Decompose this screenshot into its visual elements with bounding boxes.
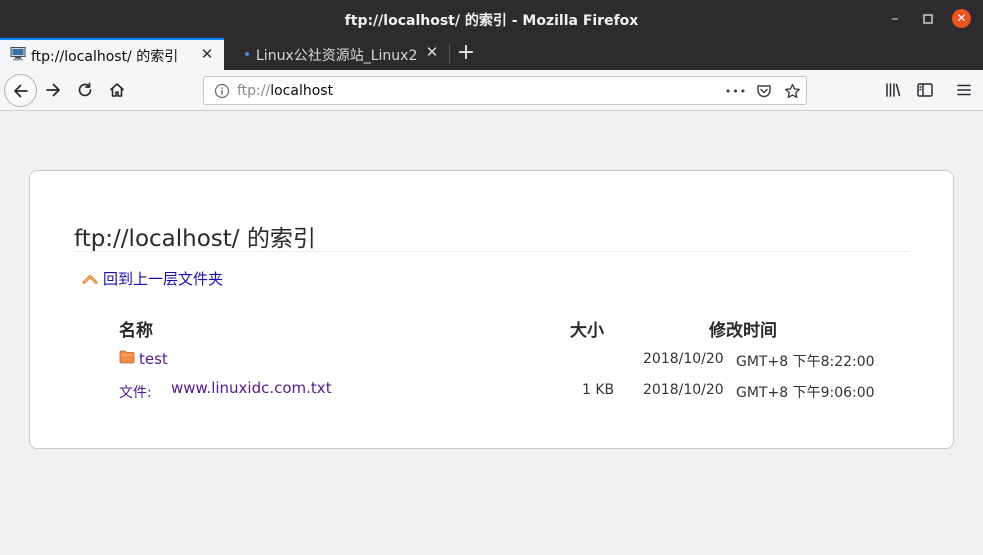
tab-close-icon[interactable]: ✕ — [199, 45, 215, 63]
arrow-left-icon — [13, 84, 28, 97]
window-title: ftp://localhost/ 的索引 - Mozilla Firefox — [344, 13, 639, 29]
star-icon — [784, 83, 800, 98]
maximize-button[interactable] — [918, 9, 938, 29]
home-icon — [109, 83, 125, 97]
url-bar[interactable]: ftp://localhost ••• — [203, 76, 807, 105]
computer-icon — [10, 47, 26, 61]
tab-label: ftp://localhost/ 的索引 — [31, 49, 179, 65]
file-size: 1 KB — [582, 382, 615, 398]
column-header-name[interactable]: 名称 — [119, 316, 153, 341]
library-icon — [886, 83, 901, 97]
library-button[interactable] — [878, 75, 908, 105]
close-window-button[interactable]: ✕ — [952, 9, 971, 28]
reload-icon — [78, 82, 92, 97]
url-scheme: ftp:// — [237, 83, 271, 99]
tab-strip: ftp://localhost/ 的索引 ✕ Linux公社资源站_Linux2… — [0, 38, 983, 70]
hamburger-menu-icon — [957, 84, 971, 96]
file-link[interactable]: test — [139, 350, 168, 368]
modified-date: 2018/10/20 — [643, 382, 724, 398]
modified-date: 2018/10/20 — [643, 351, 724, 367]
file-type-label: 文件: — [119, 385, 152, 401]
tab-label: Linux公社资源站_Linux2 — [256, 48, 418, 64]
tab-close-icon[interactable]: ✕ — [424, 43, 440, 61]
parent-directory-label: 回到上一层文件夹 — [103, 270, 224, 288]
folder-icon — [119, 350, 135, 364]
tab-separator — [449, 44, 450, 64]
tab-linuxidc[interactable]: Linux公社资源站_Linux2 ✕ — [230, 38, 446, 70]
info-icon[interactable] — [214, 83, 230, 99]
title-divider — [74, 251, 910, 252]
parent-directory-link[interactable]: 回到上一层文件夹 — [82, 268, 223, 289]
forward-button[interactable] — [38, 75, 68, 105]
modified-time: GMT+8 下午8:22:00 — [736, 354, 875, 370]
column-header-size[interactable]: 大小 — [570, 316, 604, 341]
minimize-button[interactable]: – — [885, 9, 905, 29]
pocket-button[interactable] — [754, 81, 774, 101]
home-button[interactable] — [102, 75, 132, 105]
column-header-modified[interactable]: 修改时间 — [709, 316, 777, 341]
back-button[interactable] — [4, 74, 37, 107]
reload-button[interactable] — [70, 75, 100, 105]
file-link[interactable]: www.linuxidc.com.txt — [171, 379, 332, 397]
loading-dot-icon — [245, 52, 249, 56]
pocket-icon — [757, 85, 771, 98]
sidebar-button[interactable] — [910, 75, 940, 105]
arrow-right-icon — [46, 83, 60, 97]
menu-button[interactable] — [949, 75, 979, 105]
sidebar-icon — [917, 83, 933, 97]
up-arrow-icon — [82, 274, 98, 284]
new-tab-button[interactable]: + — [455, 39, 477, 67]
window-titlebar: ftp://localhost/ 的索引 - Mozilla Firefox –… — [0, 0, 983, 38]
page-actions-button[interactable]: ••• — [725, 81, 746, 101]
tab-ftp-index[interactable]: ftp://localhost/ 的索引 ✕ — [0, 38, 224, 70]
maximize-icon — [923, 14, 933, 24]
modified-time: GMT+8 下午9:06:00 — [736, 385, 875, 401]
navigation-toolbar: ftp://localhost ••• — [0, 70, 983, 111]
url-host: localhost — [270, 83, 334, 99]
url-text[interactable]: ftp://localhost — [237, 83, 333, 99]
directory-listing-card: ftp://localhost/ 的索引 回到上一层文件夹 名称 大小 修改时间… — [29, 170, 954, 449]
page-title: ftp://localhost/ 的索引 — [74, 226, 316, 252]
bookmark-star-button[interactable] — [782, 81, 802, 101]
